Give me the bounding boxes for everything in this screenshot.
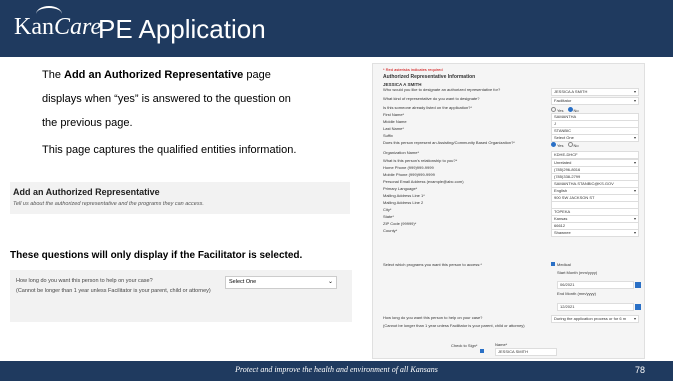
form-row-label: Home Phone (999)999-9999 [383, 165, 434, 170]
signer-name-input[interactable]: JESSICA SMITH [495, 348, 557, 356]
program-checkbox[interactable]: Medical [551, 262, 571, 267]
form-row-label: Mobile Phone (999)999-9999 [383, 172, 435, 177]
intro-para-2: This page captures the qualified entitie… [42, 144, 297, 156]
form-row-select[interactable]: Facilitator ▾ [551, 97, 639, 105]
how-long-note: (Cannot be longer than 1 year unless Fac… [383, 323, 525, 328]
checkbox-checked-icon [480, 349, 484, 353]
intro-line-1: The Add an Authorized Representative pag… [42, 69, 271, 81]
chevron-down-icon: ▾ [633, 230, 636, 235]
radio-icon [567, 107, 573, 112]
how-long-select[interactable]: During the application process or for 6 … [551, 315, 639, 323]
end-month-label: End Month (mm/yyyy) [557, 291, 596, 296]
facilitator-note: These questions will only display if the… [10, 250, 303, 261]
kancare-logo: KanCare [14, 14, 102, 40]
sign-label: Check to Sign* [451, 343, 478, 348]
calendar-icon[interactable] [635, 304, 641, 310]
form-row-label: Who would you like to designate an autho… [383, 87, 501, 92]
form-row-label: Personal Email Address (example@abc.com) [383, 179, 464, 184]
form-row-input[interactable]: KDHE-DHCF [551, 151, 639, 159]
form-row-select[interactable]: JESSICA A SMITH ▾ [551, 88, 639, 96]
slide-title: PE Application [98, 14, 266, 44]
chevron-down-icon: ⌄ [327, 279, 333, 285]
section-subtitle: Tell us about the authorized representat… [13, 201, 204, 207]
form-row-label: Is this someone already listed on the ap… [383, 105, 472, 110]
end-month-input[interactable]: 12/2021 [557, 303, 641, 311]
form-row-label: Does this person represent an Assisting/… [383, 140, 515, 145]
question-panel: How long do you want this person to help… [10, 270, 352, 322]
form-row-label: State* [383, 214, 394, 219]
footer-tagline: Protect and improve the health and envir… [235, 365, 438, 374]
radio-icon [567, 142, 573, 147]
form-heading: Authorized Representative Information [383, 74, 476, 80]
form-row-label: What is this person's relationship to yo… [383, 158, 458, 163]
chevron-down-icon: ▾ [633, 316, 636, 321]
form-row-label: Organization Name* [383, 150, 420, 155]
intro-line-3: the previous page. [42, 117, 133, 129]
signer-name-label: Name* [495, 342, 508, 347]
form-row-label: Primary Language* [383, 186, 418, 191]
radio-option-yes[interactable]: Yes [551, 142, 564, 148]
form-row-label: Middle Name [383, 119, 407, 124]
footer-bar: Protect and improve the health and envir… [0, 361, 673, 381]
form-row-label: First Name* [383, 112, 405, 117]
intro-line-2: displays when “yes” is answered to the q… [42, 93, 291, 105]
sign-checkbox[interactable] [480, 349, 486, 354]
how-long-label: How long do you want this person to help… [383, 315, 483, 320]
duration-select[interactable]: Select One ⌄ [225, 276, 337, 289]
radio-option-no[interactable]: No [567, 142, 579, 148]
form-screenshot: * Red asterisks indicates required Autho… [372, 63, 645, 359]
programs-label: Select which programs you want this pers… [383, 262, 482, 267]
section-panel: Add an Authorized Representative Tell us… [10, 182, 350, 214]
form-row-label: ZIP Code (99999)* [383, 221, 417, 226]
form-row-label: Mailing Address Line 2 [383, 200, 424, 205]
radio-icon [551, 107, 556, 112]
form-row-label: Last Name* [383, 126, 404, 131]
calendar-icon[interactable] [635, 282, 641, 288]
duration-select-value: Select One [229, 279, 257, 285]
required-note: * Red asterisks indicates required [383, 67, 443, 72]
section-heading: Add an Authorized Representative [13, 187, 160, 197]
radio-icon [551, 142, 556, 147]
form-row-label: Mailing Address Line 1* [383, 193, 425, 198]
start-month-label: Start Month (mm/yyyy) [557, 270, 598, 275]
chevron-down-icon: ▾ [633, 135, 636, 140]
form-row-label: Suffix [383, 133, 393, 138]
chevron-down-icon: ▾ [633, 98, 636, 103]
duration-question: How long do you want this person to help… [16, 278, 153, 284]
radio-group: Yes No [551, 142, 583, 148]
form-row-label: City* [383, 207, 392, 212]
title-bar: KanCare PE Application [0, 0, 673, 57]
chevron-down-icon: ▾ [633, 89, 636, 94]
form-row-select[interactable]: Select One ▾ [551, 134, 639, 142]
duration-note: (Cannot be longer than 1 year unless Fac… [16, 288, 211, 294]
form-row-select[interactable]: Shawnee ▾ [551, 229, 639, 237]
page-number: 78 [634, 365, 645, 375]
start-month-input[interactable]: 06/2021 [557, 281, 641, 289]
form-row-label: What kind of representative do you want … [383, 96, 480, 101]
checkbox-checked-icon [551, 262, 555, 266]
form-row-label: County* [383, 228, 398, 233]
